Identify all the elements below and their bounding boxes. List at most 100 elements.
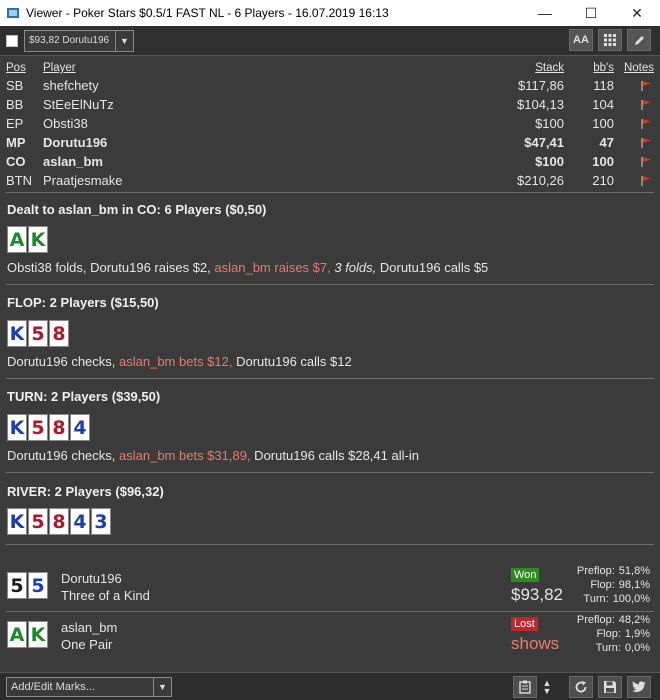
flag-icon[interactable] bbox=[640, 137, 652, 148]
river-title: RIVER: 2 Players ($96,32) bbox=[7, 484, 164, 499]
chevron-down-icon[interactable]: ▼ bbox=[115, 30, 133, 51]
bbs-cell: 210 bbox=[592, 173, 614, 188]
flop-title: FLOP: 2 Players ($15,50) bbox=[7, 295, 159, 310]
playing-card: K bbox=[7, 414, 27, 441]
header-player[interactable]: Player bbox=[43, 62, 474, 74]
playing-card: 5 bbox=[7, 572, 27, 599]
marks-select-label: Add/Edit Marks... bbox=[11, 681, 95, 693]
result-player-name: Dorutu196 bbox=[61, 571, 122, 586]
marks-select[interactable]: Add/Edit Marks... ▼ bbox=[6, 677, 172, 697]
playing-card: 8 bbox=[49, 414, 69, 441]
player-select[interactable]: $93,82 Dorutu196 ▼ bbox=[24, 29, 134, 52]
sort-icon: ▲ ▼ bbox=[542, 678, 552, 696]
won-badge: Won bbox=[511, 568, 540, 582]
table-row[interactable]: EP Obsti38 $100 100 bbox=[6, 114, 654, 133]
stat-label: Turn: bbox=[595, 642, 621, 654]
position-cell: BB bbox=[6, 97, 24, 112]
stack-cell: $117,86 bbox=[517, 78, 564, 93]
replay-button[interactable] bbox=[569, 676, 593, 698]
app-icon bbox=[7, 8, 19, 18]
stat-value: 0,0% bbox=[624, 642, 650, 654]
table-row[interactable]: BB StEeElNuTz $104,13 104 bbox=[6, 95, 654, 114]
header-notes[interactable]: Notes bbox=[614, 62, 654, 74]
table-row[interactable]: MP Dorutu196 $47,41 47 bbox=[6, 133, 654, 152]
playing-card: K bbox=[28, 621, 48, 648]
playing-card: 5 bbox=[28, 508, 48, 535]
share-twitter-button[interactable] bbox=[627, 676, 651, 698]
playing-card: A bbox=[7, 226, 27, 253]
playing-card: 3 bbox=[91, 508, 111, 535]
player-name-cell: Dorutu196 bbox=[43, 135, 108, 150]
notes-cell[interactable] bbox=[614, 80, 654, 91]
bbs-cell: 100 bbox=[592, 154, 614, 169]
stat-row: Preflop: 48,2% bbox=[560, 614, 650, 628]
flag-icon[interactable] bbox=[640, 175, 652, 186]
header-pos[interactable]: Pos bbox=[6, 62, 43, 74]
divider bbox=[6, 192, 654, 193]
result-hand: Three of a Kind bbox=[61, 588, 150, 603]
select-checkbox[interactable] bbox=[6, 34, 18, 47]
header-bbs[interactable]: bb's bbox=[564, 62, 614, 74]
sort-button[interactable]: ▲ ▼ bbox=[538, 676, 556, 698]
bbs-cell: 104 bbox=[592, 97, 614, 112]
notes-cell[interactable] bbox=[614, 118, 654, 129]
turn-action: Dorutu196 checks, aslan_bm bets $31,89, … bbox=[7, 448, 419, 463]
bbs-cell: 47 bbox=[599, 135, 614, 150]
pencil-icon bbox=[634, 35, 644, 45]
player-name-cell: Praatjesmake bbox=[43, 173, 123, 188]
chevron-down-icon[interactable]: ▼ bbox=[153, 678, 171, 696]
stat-value: 51,8% bbox=[618, 565, 650, 577]
stack-cell: $104,13 bbox=[517, 97, 564, 112]
grid-icon bbox=[604, 34, 616, 46]
table-row[interactable]: SB shefchety $117,86 118 bbox=[6, 76, 654, 95]
save-button[interactable] bbox=[598, 676, 622, 698]
stat-value: 98,1% bbox=[618, 579, 650, 591]
player-rows: SB shefchety $117,86 118 BB StEeElNuTz $104,13… bbox=[6, 76, 654, 190]
player-table: Pos Player Stack bb's Notes SB shefchety $… bbox=[6, 60, 654, 190]
font-size-button[interactable]: AA bbox=[569, 29, 593, 51]
flag-icon[interactable] bbox=[640, 156, 652, 167]
equity-stats: Preflop: 51,8% Flop: 98,1% Turn: 100,0% bbox=[560, 565, 650, 607]
toolbar: $93,82 Dorutu196 ▼ AA bbox=[0, 26, 660, 56]
flag-icon[interactable] bbox=[640, 80, 652, 91]
playing-card: 8 bbox=[49, 320, 69, 347]
result-cards: 55 bbox=[7, 572, 49, 599]
table-row[interactable]: BTN Praatjesmake $210,26 210 bbox=[6, 171, 654, 190]
flag-icon[interactable] bbox=[640, 118, 652, 129]
player-name-cell: StEeElNuTz bbox=[43, 97, 114, 112]
notes-cell[interactable] bbox=[614, 175, 654, 186]
grid-button[interactable] bbox=[598, 29, 622, 51]
playing-card: A bbox=[7, 621, 27, 648]
player-name-cell: shefchety bbox=[43, 78, 99, 93]
playing-card: 4 bbox=[70, 414, 90, 441]
notes-cell[interactable] bbox=[614, 156, 654, 167]
notes-cell[interactable] bbox=[614, 137, 654, 148]
action-text: Dorutu196 calls $5 bbox=[376, 260, 489, 275]
preflop-action: Obsti38 folds, Dorutu196 raises $2, asla… bbox=[7, 260, 488, 275]
result-cards: AK bbox=[7, 621, 49, 648]
table-row[interactable]: CO aslan_bm $100 100 bbox=[6, 152, 654, 171]
minimize-button[interactable]: — bbox=[522, 0, 568, 26]
turn-cards: K584 bbox=[7, 414, 91, 441]
edit-button[interactable] bbox=[627, 29, 651, 51]
result-hand: One Pair bbox=[61, 637, 113, 652]
stat-label: Preflop: bbox=[576, 565, 615, 577]
equity-stats: Preflop: 48,2% Flop: 1,9% Turn: 0,0% bbox=[560, 614, 650, 656]
hero-action-text: aslan_bm bets $12, bbox=[119, 354, 233, 369]
playing-card: 8 bbox=[49, 508, 69, 535]
position-cell: CO bbox=[6, 154, 26, 169]
flop-cards: K58 bbox=[7, 320, 70, 347]
maximize-button[interactable]: ☐ bbox=[568, 0, 614, 26]
clipboard-button[interactable] bbox=[513, 676, 537, 698]
stat-row: Preflop: 51,8% bbox=[560, 565, 650, 579]
position-cell: MP bbox=[6, 135, 26, 150]
position-cell: BTN bbox=[6, 173, 32, 188]
position-cell: SB bbox=[6, 78, 24, 93]
flag-icon[interactable] bbox=[640, 99, 652, 110]
notes-cell[interactable] bbox=[614, 99, 654, 110]
close-button[interactable]: ✕ bbox=[614, 0, 660, 26]
result-player-name: aslan_bm bbox=[61, 620, 118, 635]
header-stack[interactable]: Stack bbox=[474, 62, 564, 74]
preflop-cards: AK bbox=[7, 226, 49, 253]
stack-cell: $100 bbox=[535, 154, 564, 169]
